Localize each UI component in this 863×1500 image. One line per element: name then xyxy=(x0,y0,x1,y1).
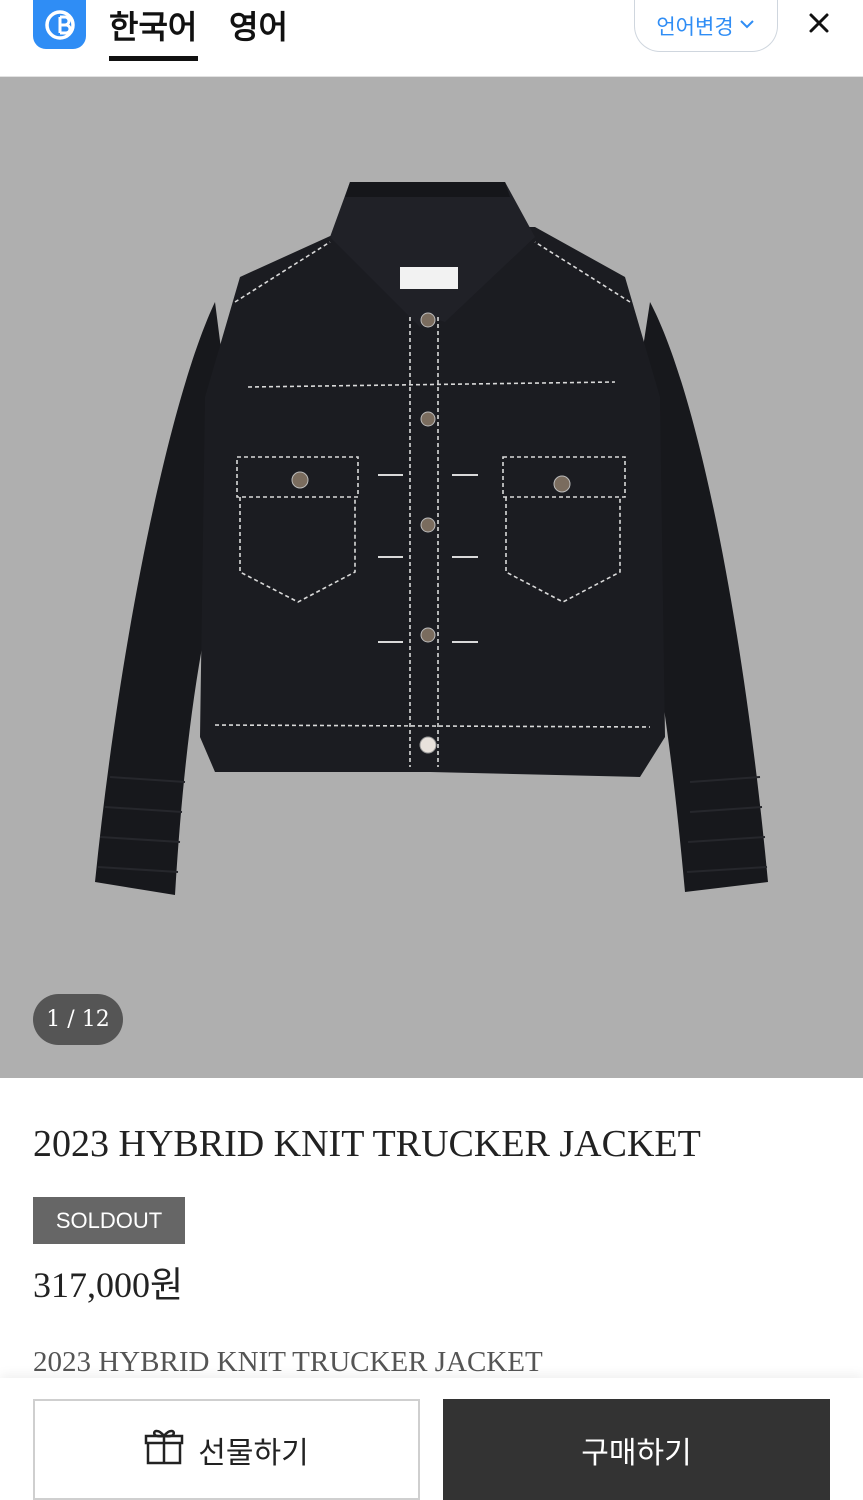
product-photo xyxy=(95,182,768,895)
gift-icon xyxy=(144,1427,184,1473)
language-change-button[interactable]: 언어변경 xyxy=(634,0,778,52)
product-description: 2023 HYBRID KNIT TRUCKER JACKET xyxy=(33,1346,543,1378)
active-tab-indicator xyxy=(109,56,198,61)
close-button[interactable] xyxy=(803,9,835,41)
gift-button-label: 선물하기 xyxy=(198,1435,309,1471)
tab-korean[interactable]: 한국어 xyxy=(109,2,197,48)
buy-button[interactable]: 구매하기 xyxy=(443,1399,830,1500)
app-logo-icon[interactable] xyxy=(33,0,86,49)
gift-button[interactable]: 선물하기 xyxy=(33,1399,420,1500)
image-page-indicator: 1 / 12 xyxy=(33,994,123,1045)
chevron-down-icon xyxy=(738,14,756,38)
bottom-action-bar: 선물하기 구매하기 xyxy=(0,1378,863,1500)
language-change-label: 언어변경 xyxy=(656,14,734,39)
status-badge: SOLDOUT xyxy=(33,1197,185,1244)
tab-english[interactable]: 영어 xyxy=(229,2,288,48)
product-title: 2023 HYBRID KNIT TRUCKER JACKET xyxy=(33,1123,701,1165)
product-price: 317,000원 xyxy=(33,1265,184,1305)
product-image-carousel[interactable]: 1 / 12 xyxy=(0,77,863,1078)
close-icon xyxy=(807,11,831,39)
buy-button-label: 구매하기 xyxy=(581,1435,692,1471)
top-bar: 한국어 영어 언어변경 xyxy=(0,0,863,77)
